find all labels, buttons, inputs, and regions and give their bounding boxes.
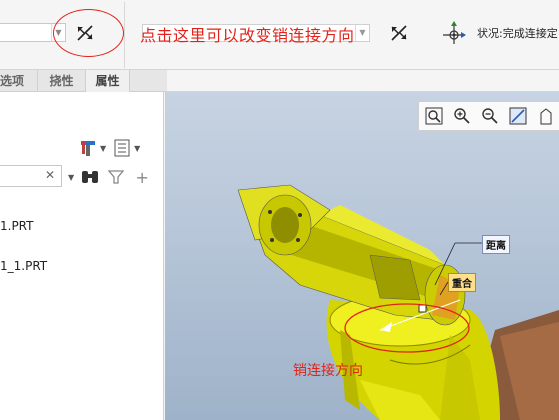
chevron-down-icon[interactable]: ▼ (100, 144, 106, 153)
tab-flexibility[interactable]: 挠性 (38, 70, 86, 92)
zoom-out-icon[interactable] (479, 105, 501, 127)
flip-direction-icon (391, 25, 407, 41)
show-list-icon[interactable] (112, 138, 132, 158)
model-tree-panel: ▼ ▼ ✕ ▼ + 1.PRT 1_1.PRT (0, 92, 164, 420)
refit-icon[interactable] (423, 105, 445, 127)
close-icon[interactable]: ✕ (45, 168, 55, 182)
tree-item[interactable]: 1.PRT (0, 219, 33, 233)
repaint-icon[interactable] (507, 105, 529, 127)
add-icon[interactable]: + (132, 167, 152, 187)
dashboard-toolbar: ▼ ▼ 点击这里可以改变销连接方向 状况:完成连接定 (0, 0, 559, 70)
annotation-highlight-ellipse (53, 9, 124, 57)
tabs-bar-background (167, 70, 559, 92)
chevron-down-icon[interactable]: ▼ (134, 144, 140, 153)
zoom-in-icon[interactable] (451, 105, 473, 127)
toolbar-divider (124, 2, 125, 68)
tree-filter-toolbar: ▼ + (68, 167, 152, 187)
binoculars-icon[interactable] (80, 167, 100, 187)
tree-item[interactable]: 1_1.PRT (0, 259, 47, 273)
app-window: ▼ ▼ 点击这里可以改变销连接方向 状况:完成连接定 选项 挠性 属性 ▼ ▼ … (0, 0, 559, 420)
view-toolbar (418, 101, 559, 131)
model-tree-toolbar: ▼ ▼ (78, 138, 140, 158)
chevron-down-icon[interactable]: ▼ (68, 173, 74, 182)
tab-properties[interactable]: 属性 (86, 70, 130, 92)
tree-search-input[interactable]: ✕ (0, 165, 62, 187)
chevron-down-icon[interactable]: ▼ (355, 25, 369, 41)
status-text: 状况:完成连接定 (477, 27, 558, 40)
annotation-text-bottom: 销连接方向 (293, 363, 363, 379)
constraint-status-icon (443, 21, 466, 44)
flip-constraint-button[interactable] (386, 20, 412, 46)
tab-options[interactable]: 选项 (0, 70, 38, 92)
settings-tools-icon[interactable] (78, 138, 98, 158)
saved-view-icon[interactable] (535, 105, 557, 127)
annotation-text-top: 点击这里可以改变销连接方向 (140, 26, 355, 45)
filter-icon[interactable] (106, 167, 126, 187)
coincident-callout[interactable]: 重合 (448, 273, 476, 292)
dashboard-tabs: 选项 挠性 属性 (0, 70, 167, 92)
distance-callout[interactable]: 距离 (482, 235, 510, 254)
